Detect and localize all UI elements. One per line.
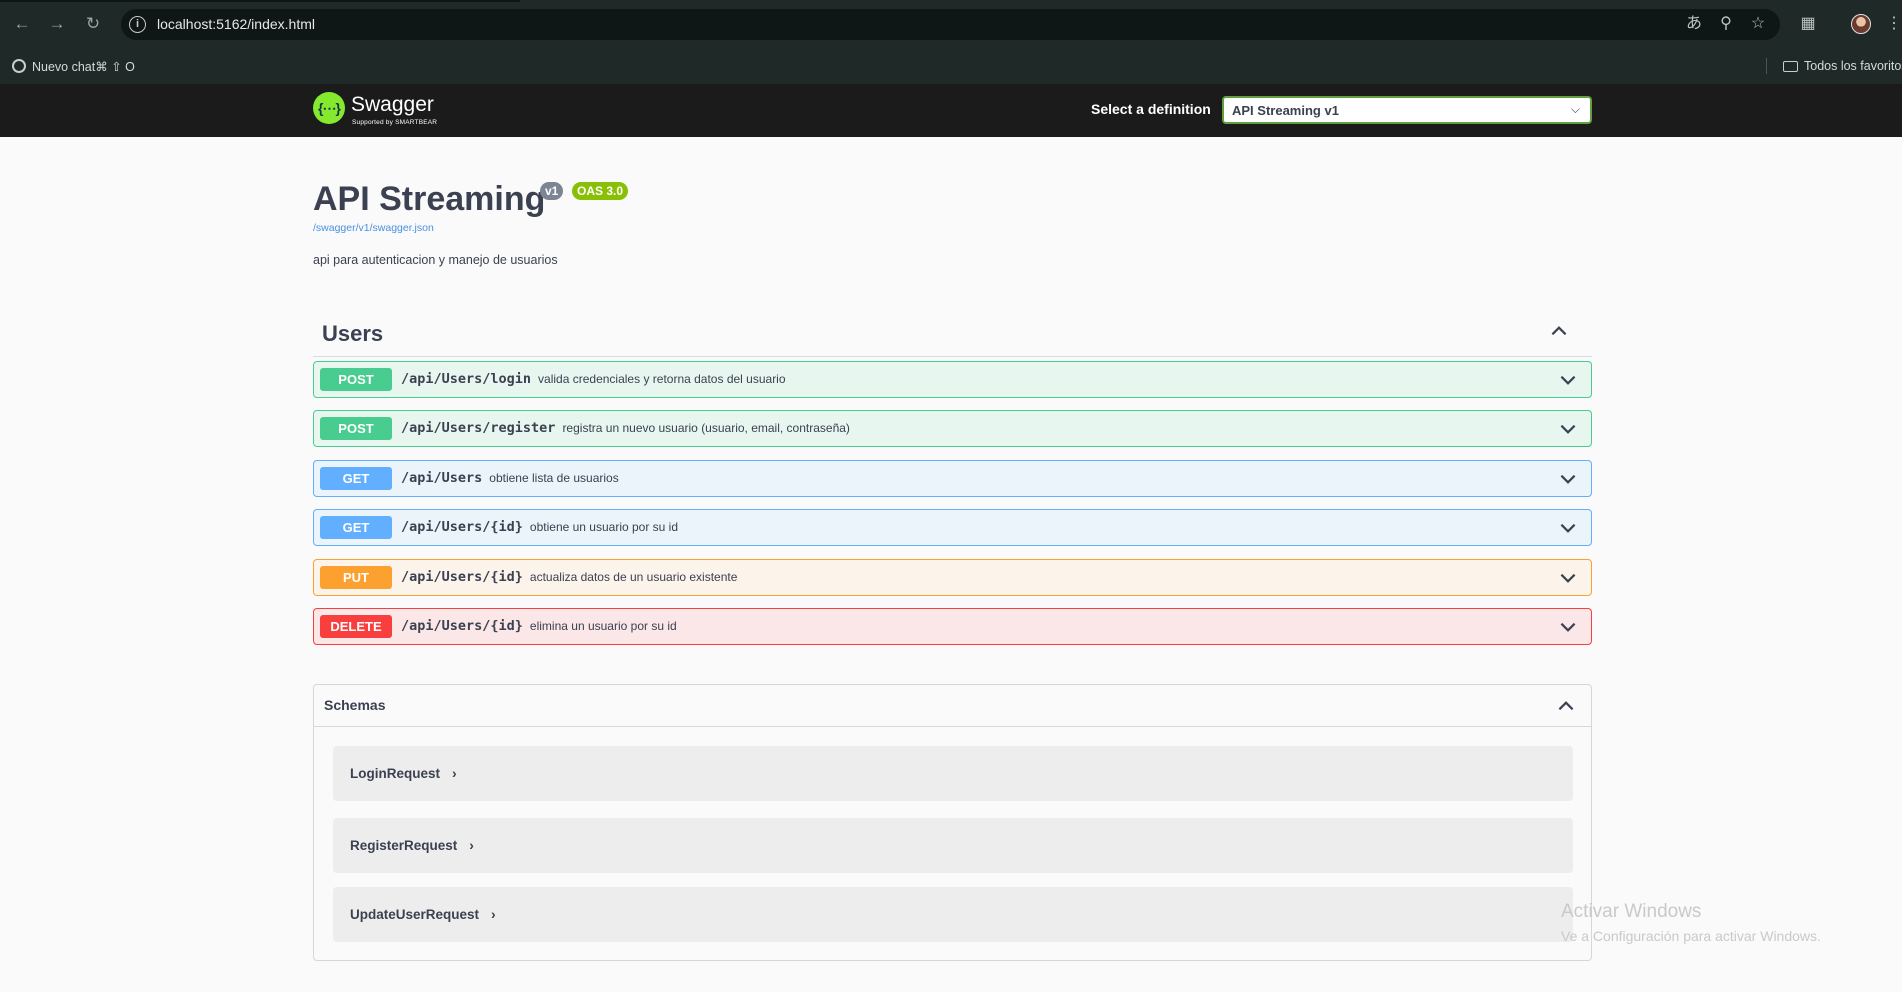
schema-item-register-request[interactable]: RegisterRequest › — [333, 818, 1573, 873]
extensions-icon[interactable]: ▦ — [1797, 13, 1819, 35]
chevron-up-icon[interactable] — [1548, 320, 1570, 342]
operation-path: /api/Users/register registra un nuevo usu… — [401, 420, 850, 436]
gear-icon — [12, 59, 26, 73]
browser-toolbar: ← → ↻ i localhost:5162/index.html あ ⚲ ☆ … — [0, 0, 1902, 48]
swagger-topbar: {⋯} Swagger Supported by SMARTBEAR Selec… — [0, 84, 1902, 137]
bookmarks-divider — [1766, 58, 1767, 74]
definition-select-label: Select a definition — [1091, 101, 1211, 117]
chevron-right-icon: › — [452, 765, 457, 781]
profile-avatar[interactable] — [1851, 14, 1871, 34]
bookmark-label: Nuevo chat⌘ ⇧ O — [32, 59, 135, 74]
windows-activation-title: Activar Windows — [1561, 901, 1702, 922]
operation-summary: obtiene un usuario por su id — [529, 520, 679, 534]
method-badge: PUT — [320, 566, 392, 589]
chevron-right-icon: › — [491, 906, 496, 922]
chevron-down-icon[interactable] — [1557, 369, 1579, 391]
chevron-down-icon[interactable] — [1557, 616, 1579, 638]
folder-icon — [1783, 60, 1798, 72]
schema-name: RegisterRequest › — [350, 837, 474, 853]
schema-name: UpdateUserRequest › — [350, 906, 496, 922]
bookmark-nuevo-chat[interactable]: Nuevo chat⌘ ⇧ O — [12, 56, 135, 76]
operation-summary: obtiene lista de usuarios — [489, 471, 619, 485]
bookmark-all-favorites[interactable]: Todos los favoritos — [1783, 56, 1902, 76]
definition-select[interactable]: API Streaming v1 ⌵ — [1222, 96, 1592, 124]
operation-summary: elimina un usuario por su id — [529, 619, 677, 633]
zoom-icon[interactable]: ⚲ — [1715, 13, 1737, 35]
swagger-logo-icon[interactable]: {⋯} — [313, 92, 345, 124]
bookmark-label: Todos los favoritos — [1804, 59, 1902, 73]
tag-divider — [313, 356, 1592, 357]
api-title: API Streaming — [313, 180, 546, 218]
operation-path: /api/Users/{id} elimina un usuario por su… — [401, 618, 677, 634]
chevron-down-icon: ⌵ — [1570, 102, 1580, 116]
method-badge: GET — [320, 516, 392, 539]
operation-post-login[interactable]: POST /api/Users/login valida credenciales… — [313, 361, 1592, 398]
operation-path: /api/Users/{id} actualiza datos de un usu… — [401, 569, 738, 585]
operation-path: /api/Users/login valida credenciales y re… — [401, 371, 786, 387]
method-badge: POST — [320, 368, 392, 391]
schemas-header[interactable]: Schemas — [314, 685, 1591, 727]
back-icon[interactable]: ← — [10, 12, 34, 36]
translate-icon[interactable]: あ — [1683, 13, 1705, 35]
bookmarks-bar: Nuevo chat⌘ ⇧ O Todos los favoritos — [0, 48, 1902, 84]
swagger-logo-text[interactable]: Swagger — [351, 93, 434, 117]
operation-post-register[interactable]: POST /api/Users/register registra un nuev… — [313, 410, 1592, 447]
reload-icon[interactable]: ↻ — [81, 12, 105, 36]
chevron-down-icon[interactable] — [1557, 418, 1579, 440]
operation-put-user[interactable]: PUT /api/Users/{id} actualiza datos de un… — [313, 559, 1592, 596]
menu-icon[interactable]: ⋮ — [1883, 13, 1902, 35]
operation-get-user-by-id[interactable]: GET /api/Users/{id} obtiene un usuario po… — [313, 509, 1592, 546]
schema-item-login-request[interactable]: LoginRequest › — [333, 746, 1573, 801]
api-description: api para autenticacion y manejo de usuar… — [313, 253, 558, 267]
chevron-right-icon: › — [469, 837, 474, 853]
definition-select-value: API Streaming v1 — [1232, 103, 1339, 118]
operation-summary: valida credenciales y retorna datos del … — [538, 372, 786, 386]
schema-item-update-user-request[interactable]: UpdateUserRequest › — [333, 887, 1573, 942]
operation-delete-user[interactable]: DELETE /api/Users/{id} elimina un usuario… — [313, 608, 1592, 645]
chevron-up-icon[interactable] — [1555, 695, 1577, 717]
bookmark-star-icon[interactable]: ☆ — [1747, 13, 1769, 35]
operation-summary: actualiza datos de un usuario existente — [529, 570, 738, 584]
chevron-down-icon[interactable] — [1557, 517, 1579, 539]
tab-strip-edge — [0, 0, 520, 2]
chevron-down-icon[interactable] — [1557, 468, 1579, 490]
version-badge: v1 — [540, 182, 564, 200]
schemas-title: Schemas — [324, 697, 386, 713]
operation-path: /api/Users/{id} obtiene un usuario por su… — [401, 519, 679, 535]
spec-url-link[interactable]: /swagger/v1/swagger.json — [313, 222, 434, 234]
windows-activation-subtitle: Ve a Configuración para activar Windows. — [1561, 928, 1821, 944]
schemas-section: Schemas LoginRequest › RegisterRequest › U… — [313, 684, 1592, 961]
tag-title-users[interactable]: Users — [322, 321, 383, 347]
method-badge: POST — [320, 417, 392, 440]
method-badge: GET — [320, 467, 392, 490]
operation-get-users[interactable]: GET /api/Users obtiene lista de usuarios — [313, 460, 1592, 497]
schema-name: LoginRequest › — [350, 765, 457, 781]
forward-icon[interactable]: → — [45, 12, 69, 36]
address-url[interactable]: localhost:5162/index.html — [157, 16, 315, 32]
address-bar[interactable]: i localhost:5162/index.html — [121, 9, 1780, 40]
site-info-icon[interactable]: i — [129, 16, 146, 33]
oas-badge: OAS 3.0 — [572, 182, 629, 200]
swagger-logo-subtitle: Supported by SMARTBEAR — [352, 119, 438, 126]
operation-path: /api/Users obtiene lista de usuarios — [401, 470, 619, 486]
operation-summary: registra un nuevo usuario (usuario, emai… — [562, 421, 850, 435]
chevron-down-icon[interactable] — [1557, 567, 1579, 589]
method-badge: DELETE — [320, 615, 392, 638]
